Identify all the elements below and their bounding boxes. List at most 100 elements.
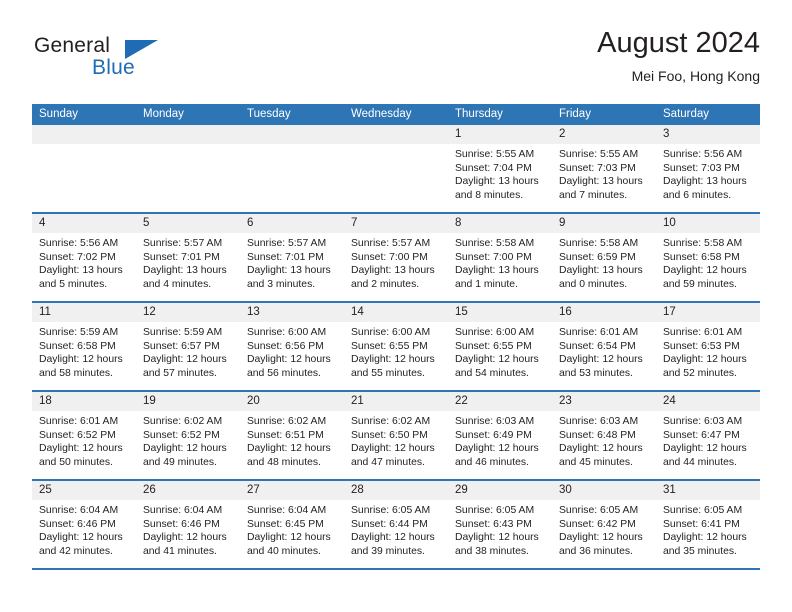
day-details: Sunrise: 5:55 AM Sunset: 7:03 PM Daylight:… <box>552 144 656 202</box>
sunrise-text: Sunrise: 5:56 AM <box>39 238 119 249</box>
calendar-day-cell[interactable]: 22 Sunrise: 6:03 AM Sunset: 6:49 PM Dayligh… <box>448 392 552 479</box>
sunrise-text: Sunrise: 6:04 AM <box>247 505 327 516</box>
daylight-text: Daylight: 12 hours <box>143 354 227 366</box>
calendar-day-cell[interactable]: 2 Sunrise: 5:55 AM Sunset: 7:03 PM Daylight… <box>552 125 656 212</box>
sunset-text: Sunset: 7:01 PM <box>247 251 324 263</box>
day-number: 10 <box>663 217 676 229</box>
calendar-day-cell[interactable]: 9 Sunrise: 5:58 AM Sunset: 6:59 PM Daylight… <box>552 214 656 301</box>
daylight-text: Daylight: 13 hours <box>559 265 643 277</box>
day-details: Sunrise: 6:03 AM Sunset: 6:48 PM Daylight:… <box>552 411 656 469</box>
calendar-day-cell[interactable]: 30 Sunrise: 6:05 AM Sunset: 6:42 PM Dayligh… <box>552 481 656 568</box>
sunrise-text: Sunrise: 6:04 AM <box>143 505 223 516</box>
weekday-header-thursday: Thursday <box>455 108 503 120</box>
daylight-text-cont: and 47 minutes. <box>351 456 425 468</box>
calendar-day-cell[interactable]: 28 Sunrise: 6:05 AM Sunset: 6:44 PM Dayligh… <box>344 481 448 568</box>
day-details: Sunrise: 6:01 AM Sunset: 6:52 PM Daylight:… <box>32 411 136 469</box>
sunrise-text: Sunrise: 6:01 AM <box>663 327 743 338</box>
calendar-day-cell[interactable]: 16 Sunrise: 6:01 AM Sunset: 6:54 PM Dayligh… <box>552 303 656 390</box>
sunrise-text: Sunrise: 5:58 AM <box>663 238 743 249</box>
day-number-band <box>240 125 344 144</box>
weekday-header-row: Sunday Monday Tuesday Wednesday Thursday… <box>32 104 760 125</box>
page-header: General Blue August 2024 Mei Foo, Hong K… <box>32 26 760 102</box>
day-number-band: 30 <box>552 481 656 500</box>
sunset-text: Sunset: 6:47 PM <box>663 429 740 441</box>
calendar-day-cell[interactable]: 19 Sunrise: 6:02 AM Sunset: 6:52 PM Dayligh… <box>136 392 240 479</box>
calendar-day-cell[interactable]: 13 Sunrise: 6:00 AM Sunset: 6:56 PM Dayligh… <box>240 303 344 390</box>
calendar-day-cell[interactable]: 11 Sunrise: 5:59 AM Sunset: 6:58 PM Dayligh… <box>32 303 136 390</box>
day-number-band: 21 <box>344 392 448 411</box>
day-number-band: 10 <box>656 214 760 233</box>
daylight-text-cont: and 59 minutes. <box>663 278 737 290</box>
daylight-text-cont: and 42 minutes. <box>39 545 113 557</box>
calendar-day-cell[interactable]: 18 Sunrise: 6:01 AM Sunset: 6:52 PM Dayligh… <box>32 392 136 479</box>
daylight-text-cont: and 50 minutes. <box>39 456 113 468</box>
daylight-text-cont: and 4 minutes. <box>143 278 212 290</box>
sunset-text: Sunset: 6:43 PM <box>455 518 532 530</box>
sunrise-text: Sunrise: 6:05 AM <box>559 505 639 516</box>
sunrise-text: Sunrise: 6:03 AM <box>455 416 535 427</box>
calendar-week-row: 25 Sunrise: 6:04 AM Sunset: 6:46 PM Dayligh… <box>32 481 760 570</box>
day-number: 27 <box>247 484 260 496</box>
day-number-band: 8 <box>448 214 552 233</box>
calendar-day-cell[interactable]: 10 Sunrise: 5:58 AM Sunset: 6:58 PM Dayligh… <box>656 214 760 301</box>
calendar-day-cell[interactable]: 21 Sunrise: 6:02 AM Sunset: 6:50 PM Dayligh… <box>344 392 448 479</box>
day-details: Sunrise: 6:01 AM Sunset: 6:54 PM Daylight:… <box>552 322 656 380</box>
calendar-day-cell-empty <box>32 125 136 212</box>
calendar-day-cell[interactable]: 14 Sunrise: 6:00 AM Sunset: 6:55 PM Dayligh… <box>344 303 448 390</box>
calendar-day-cell[interactable]: 20 Sunrise: 6:02 AM Sunset: 6:51 PM Dayligh… <box>240 392 344 479</box>
sunset-text: Sunset: 6:48 PM <box>559 429 636 441</box>
calendar-day-cell[interactable]: 17 Sunrise: 6:01 AM Sunset: 6:53 PM Dayligh… <box>656 303 760 390</box>
weekday-header-monday: Monday <box>143 108 184 120</box>
day-details <box>240 144 344 148</box>
calendar-day-cell[interactable]: 5 Sunrise: 5:57 AM Sunset: 7:01 PM Daylight… <box>136 214 240 301</box>
day-details: Sunrise: 5:56 AM Sunset: 7:02 PM Daylight:… <box>32 233 136 291</box>
daylight-text-cont: and 1 minute. <box>455 278 518 290</box>
day-details: Sunrise: 5:59 AM Sunset: 6:57 PM Daylight:… <box>136 322 240 380</box>
calendar-day-cell[interactable]: 31 Sunrise: 6:05 AM Sunset: 6:41 PM Dayligh… <box>656 481 760 568</box>
day-number: 15 <box>455 306 468 318</box>
calendar-day-cell-empty <box>344 125 448 212</box>
day-details: Sunrise: 6:00 AM Sunset: 6:56 PM Daylight:… <box>240 322 344 380</box>
day-number-band: 31 <box>656 481 760 500</box>
sunset-text: Sunset: 6:44 PM <box>351 518 428 530</box>
calendar-day-cell[interactable]: 8 Sunrise: 5:58 AM Sunset: 7:00 PM Daylight… <box>448 214 552 301</box>
calendar-day-cell[interactable]: 25 Sunrise: 6:04 AM Sunset: 6:46 PM Dayligh… <box>32 481 136 568</box>
calendar-day-cell[interactable]: 15 Sunrise: 6:00 AM Sunset: 6:55 PM Dayligh… <box>448 303 552 390</box>
day-number: 22 <box>455 395 468 407</box>
weekday-header-saturday: Saturday <box>663 108 710 120</box>
general-blue-logo[interactable]: General Blue <box>32 34 292 90</box>
day-number-band <box>136 125 240 144</box>
daylight-text-cont: and 40 minutes. <box>247 545 321 557</box>
calendar-day-cell[interactable]: 4 Sunrise: 5:56 AM Sunset: 7:02 PM Daylight… <box>32 214 136 301</box>
calendar-day-cell[interactable]: 23 Sunrise: 6:03 AM Sunset: 6:48 PM Dayligh… <box>552 392 656 479</box>
calendar-day-cell[interactable]: 12 Sunrise: 5:59 AM Sunset: 6:57 PM Dayligh… <box>136 303 240 390</box>
daylight-text-cont: and 54 minutes. <box>455 367 529 379</box>
calendar-day-cell-empty <box>240 125 344 212</box>
calendar-day-cell[interactable]: 24 Sunrise: 6:03 AM Sunset: 6:47 PM Dayligh… <box>656 392 760 479</box>
calendar-day-cell[interactable]: 27 Sunrise: 6:04 AM Sunset: 6:45 PM Dayligh… <box>240 481 344 568</box>
day-number-band: 13 <box>240 303 344 322</box>
daylight-text: Daylight: 12 hours <box>351 443 435 455</box>
calendar-day-cell[interactable]: 3 Sunrise: 5:56 AM Sunset: 7:03 PM Daylight… <box>656 125 760 212</box>
sunset-text: Sunset: 6:57 PM <box>143 340 220 352</box>
daylight-text: Daylight: 13 hours <box>455 265 539 277</box>
daylight-text: Daylight: 13 hours <box>143 265 227 277</box>
day-number-band: 20 <box>240 392 344 411</box>
calendar-day-cell[interactable]: 26 Sunrise: 6:04 AM Sunset: 6:46 PM Dayligh… <box>136 481 240 568</box>
daylight-text: Daylight: 12 hours <box>247 532 331 544</box>
day-number-band: 28 <box>344 481 448 500</box>
day-number: 18 <box>39 395 52 407</box>
daylight-text-cont: and 45 minutes. <box>559 456 633 468</box>
calendar-day-cell[interactable]: 6 Sunrise: 5:57 AM Sunset: 7:01 PM Daylight… <box>240 214 344 301</box>
sunrise-text: Sunrise: 6:00 AM <box>247 327 327 338</box>
calendar-day-cell[interactable]: 1 Sunrise: 5:55 AM Sunset: 7:04 PM Daylight… <box>448 125 552 212</box>
daylight-text: Daylight: 12 hours <box>559 532 643 544</box>
sunset-text: Sunset: 7:00 PM <box>351 251 428 263</box>
calendar-day-cell[interactable]: 29 Sunrise: 6:05 AM Sunset: 6:43 PM Dayligh… <box>448 481 552 568</box>
sunset-text: Sunset: 6:46 PM <box>39 518 116 530</box>
daylight-text: Daylight: 12 hours <box>39 354 123 366</box>
sunset-text: Sunset: 6:55 PM <box>455 340 532 352</box>
calendar-day-cell[interactable]: 7 Sunrise: 5:57 AM Sunset: 7:00 PM Daylight… <box>344 214 448 301</box>
day-number-band: 25 <box>32 481 136 500</box>
daylight-text-cont: and 44 minutes. <box>663 456 737 468</box>
